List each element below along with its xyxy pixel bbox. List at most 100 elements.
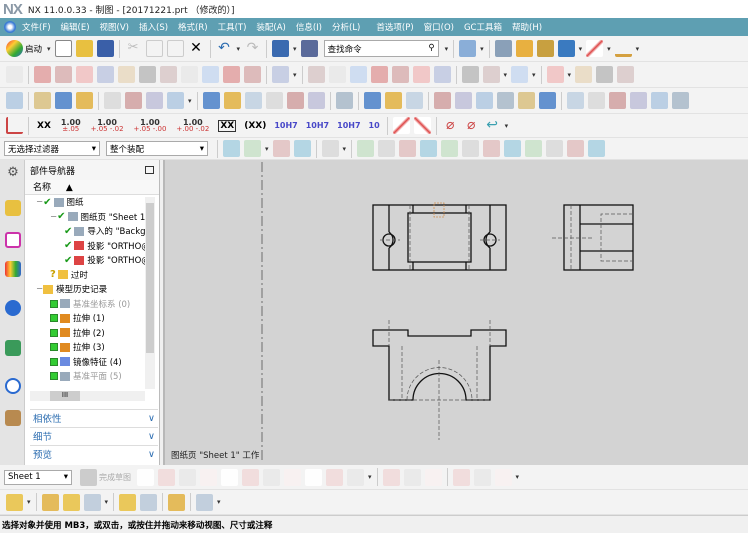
rectangle-icon[interactable] [263,468,280,486]
centerline-icon[interactable] [461,66,479,83]
fit-tolerance-3-button[interactable]: 10H7 [337,121,360,130]
expand-toggle[interactable]: − [36,197,43,207]
detail-view-icon[interactable] [97,66,114,83]
target-icon[interactable] [650,92,668,109]
sheet-select[interactable]: Sheet 1 ▾ [4,469,72,485]
note-icon[interactable] [307,66,325,83]
tree-item[interactable]: ✔ 导入的 "Background" [30,224,150,239]
settings-gear-icon[interactable]: ⚙ [5,165,21,181]
annotation-icon[interactable] [167,92,184,109]
tree-item[interactable]: 拉伸 (2) [30,326,150,341]
fit-icon[interactable] [475,92,493,109]
paste-icon[interactable] [166,40,184,57]
part-navigator-icon[interactable] [5,232,21,248]
chamfer-icon[interactable] [242,468,259,486]
zoom-icon[interactable] [370,66,388,83]
process-studio-icon[interactable] [5,410,21,426]
surface-finish-icon[interactable] [412,66,430,83]
format-painter-icon[interactable] [272,66,289,83]
base-view-icon[interactable] [55,66,72,83]
horizontal-scrollbar[interactable]: III [30,391,145,401]
section-line-icon[interactable] [118,66,135,83]
nominal-xx-button[interactable]: XX [37,121,51,131]
fit-tolerance-1-button[interactable]: 10H7 [274,121,297,130]
diameter-reference-icon[interactable]: ⌀ [463,117,480,134]
app-menu-icon[interactable] [4,21,16,33]
expand-toggle[interactable]: − [50,212,57,222]
chamfer-icon[interactable] [496,92,514,109]
expand-toggle[interactable]: − [36,284,43,294]
abc-text-icon[interactable] [538,92,556,109]
curve-icon[interactable] [420,140,438,157]
image-icon[interactable] [511,66,529,83]
tolerance-unilateral-3-button[interactable]: 1.00 +.00 -.02 [176,118,209,133]
ordinate-dimension-icon[interactable] [6,117,23,134]
mirror-icon[interactable] [596,66,614,83]
menu-gc-toolbox[interactable]: GC工具箱 [464,21,502,33]
arc-center-icon[interactable] [504,140,522,157]
menu-window[interactable]: 窗口(O) [424,21,454,33]
table-icon[interactable] [566,92,584,109]
window-fit-icon[interactable] [459,40,477,57]
select-region-icon[interactable] [244,140,261,157]
start-icon[interactable] [6,40,23,57]
new-sheet-icon[interactable] [6,66,23,83]
menu-format[interactable]: 格式(R) [178,21,208,33]
tree-item[interactable]: − ✔ 图纸页 "Sheet 1" [30,210,150,225]
studio-spline-icon[interactable] [305,468,322,486]
vertical-scrollbar[interactable] [145,197,155,389]
fit-tolerance-2-button[interactable]: 10H7 [306,121,329,130]
tree-item[interactable]: 镜像特征 (4) [30,355,150,370]
mid-point-icon[interactable] [399,140,417,157]
parts-list-icon[interactable] [608,92,626,109]
drawing-view-icon[interactable] [181,66,198,83]
return-icon[interactable]: ↩ [484,117,501,134]
tree-item[interactable]: 拉伸 (3) [30,340,150,355]
move-view-icon[interactable] [104,92,121,109]
name-column-header[interactable]: 名称 ▲ [25,180,159,195]
tree-item[interactable]: − ✔ 图纸 [30,195,150,210]
menu-file[interactable]: 文件(F) [22,21,51,33]
stack-icon[interactable] [55,92,72,109]
menu-edit[interactable]: 编辑(E) [61,21,90,33]
maximize-icon[interactable] [145,166,154,174]
assembly-constraints-icon[interactable] [119,493,137,511]
save-icon[interactable] [96,40,114,57]
weld-symbol-icon[interactable] [433,66,451,83]
display-part-icon[interactable] [536,40,554,57]
crosshair-icon[interactable] [482,66,500,83]
layer-settings-icon[interactable] [494,40,512,57]
drawing-canvas[interactable]: 图纸页 "Sheet 1" 工作 [163,160,748,465]
search-icon[interactable]: ⚲ [428,43,434,54]
shaded-icon[interactable] [265,92,283,109]
polygon-icon[interactable] [284,468,301,486]
grid-icon[interactable] [433,92,451,109]
axis-icon[interactable] [335,92,353,109]
triangle-icon[interactable] [587,92,605,109]
history-clock-icon[interactable] [5,378,21,394]
hidden-lines-icon[interactable] [244,92,262,109]
undo-icon[interactable]: ↶ [216,40,233,57]
bracket-icon[interactable] [405,92,423,109]
tree-item[interactable]: 基准平面 (5) [30,369,150,384]
cloud-icon[interactable] [76,92,93,109]
section-view-icon[interactable] [139,66,156,83]
offset-curve-icon[interactable] [347,468,364,486]
command-search-input[interactable]: 查找命令 ⚲ [323,40,439,57]
menu-information[interactable]: 信息(I) [296,21,322,33]
dimension-icon[interactable] [454,92,472,109]
visibility-checkbox[interactable] [50,299,58,308]
visibility-checkbox[interactable] [50,328,58,337]
intersection-icon[interactable] [483,140,501,157]
web-browser-icon[interactable] [5,340,21,356]
line-icon[interactable] [158,468,175,486]
save-as-icon[interactable] [272,40,290,57]
cut-icon[interactable]: ✂ [125,40,142,57]
views-icon[interactable] [6,92,23,109]
component-icon[interactable] [557,40,575,57]
details-panel[interactable]: 细节 ∨ [30,427,158,444]
arrow-icon[interactable] [629,92,647,109]
delete-icon[interactable]: ✕ [188,40,205,57]
block-icon[interactable] [41,493,59,511]
move-component-icon[interactable] [140,493,158,511]
